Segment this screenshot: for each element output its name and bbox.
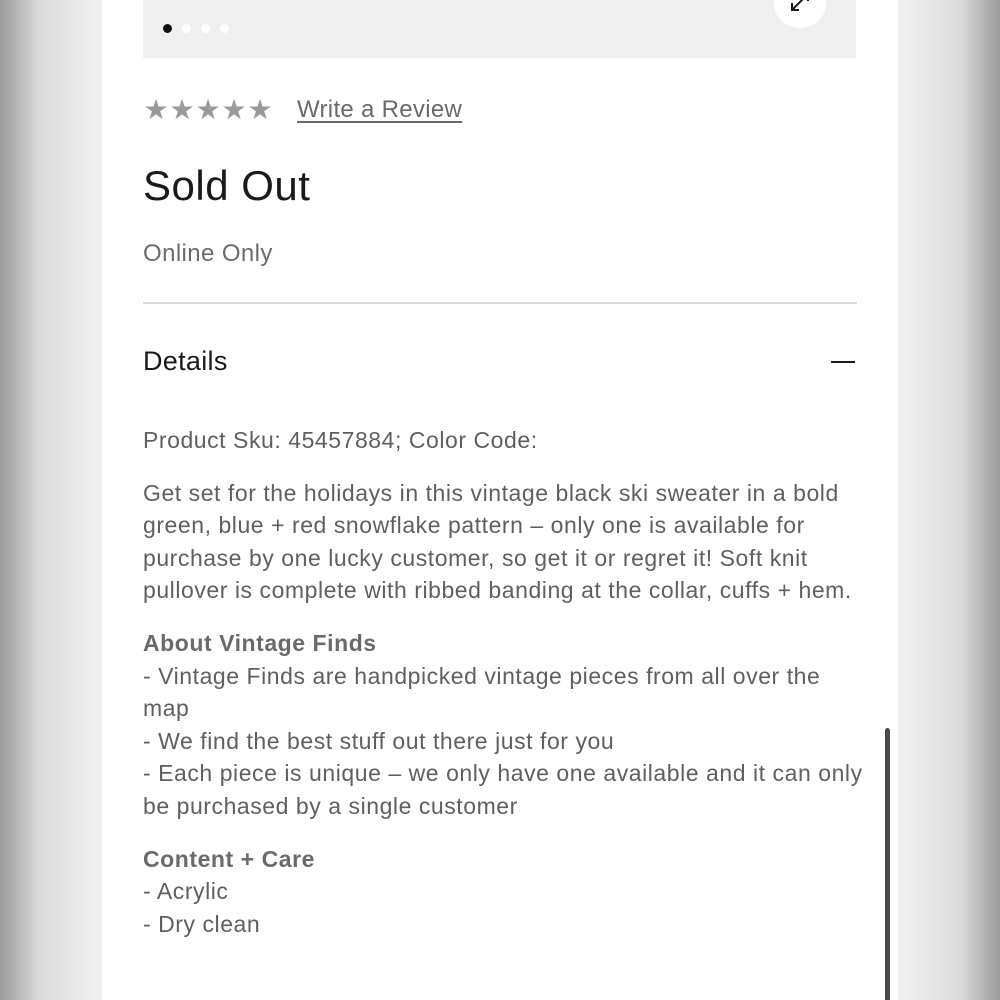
product-status: Sold Out	[143, 162, 311, 209]
product-page: ★ ★ ★ ★ ★ Write a Review Sold Out Online…	[102, 0, 898, 1000]
details-title: Details	[143, 346, 228, 376]
sku-value: 45457884;	[288, 427, 402, 453]
details-content: Product Sku: 45457884; Color Code: Get s…	[143, 424, 863, 960]
rating-row: ★ ★ ★ ★ ★ Write a Review	[143, 96, 462, 124]
about-vintage-finds-section: About Vintage Finds - Vintage Finds are …	[143, 627, 863, 823]
scrollbar[interactable]	[885, 728, 890, 1000]
product-description: Get set for the holidays in this vintage…	[143, 479, 852, 604]
star-icon: ★	[169, 94, 195, 125]
minus-icon[interactable]	[831, 360, 855, 363]
star-icon: ★	[143, 94, 169, 125]
write-review-link[interactable]: Write a Review	[297, 96, 462, 124]
section-line: - Each piece is unique – we only have on…	[143, 760, 863, 819]
expand-arrows-icon	[787, 0, 813, 20]
section-title: About Vintage Finds	[143, 629, 377, 656]
star-icon: ★	[195, 94, 221, 125]
star-icon: ★	[221, 94, 247, 125]
sku-label: Product Sku:	[143, 427, 282, 453]
details-accordion-header[interactable]: Details	[143, 346, 857, 377]
carousel-dot-1[interactable]	[163, 24, 172, 33]
star-icon: ★	[247, 94, 273, 125]
section-line: - Vintage Finds are handpicked vintage p…	[143, 662, 821, 722]
section-line: - Dry clean	[143, 910, 261, 937]
rating-stars[interactable]: ★ ★ ★ ★ ★	[143, 96, 273, 124]
sku-line: Product Sku: 45457884; Color Code:	[143, 424, 863, 457]
carousel-dot-3[interactable]	[201, 24, 210, 33]
divider	[143, 302, 857, 304]
product-image-carousel[interactable]	[143, 0, 856, 58]
zoom-button[interactable]	[774, 0, 826, 28]
section-line: - We find the best stuff out there just …	[143, 727, 615, 754]
carousel-dot-4[interactable]	[220, 24, 229, 33]
carousel-dots	[163, 24, 229, 33]
color-code-label: Color Code:	[408, 427, 538, 453]
section-title: Content + Care	[143, 845, 315, 872]
carousel-dot-2[interactable]	[182, 24, 191, 33]
availability-label: Online Only	[143, 240, 273, 267]
content-care-section: Content + Care - Acrylic - Dry clean	[143, 843, 863, 941]
section-line: - Acrylic	[143, 878, 229, 905]
